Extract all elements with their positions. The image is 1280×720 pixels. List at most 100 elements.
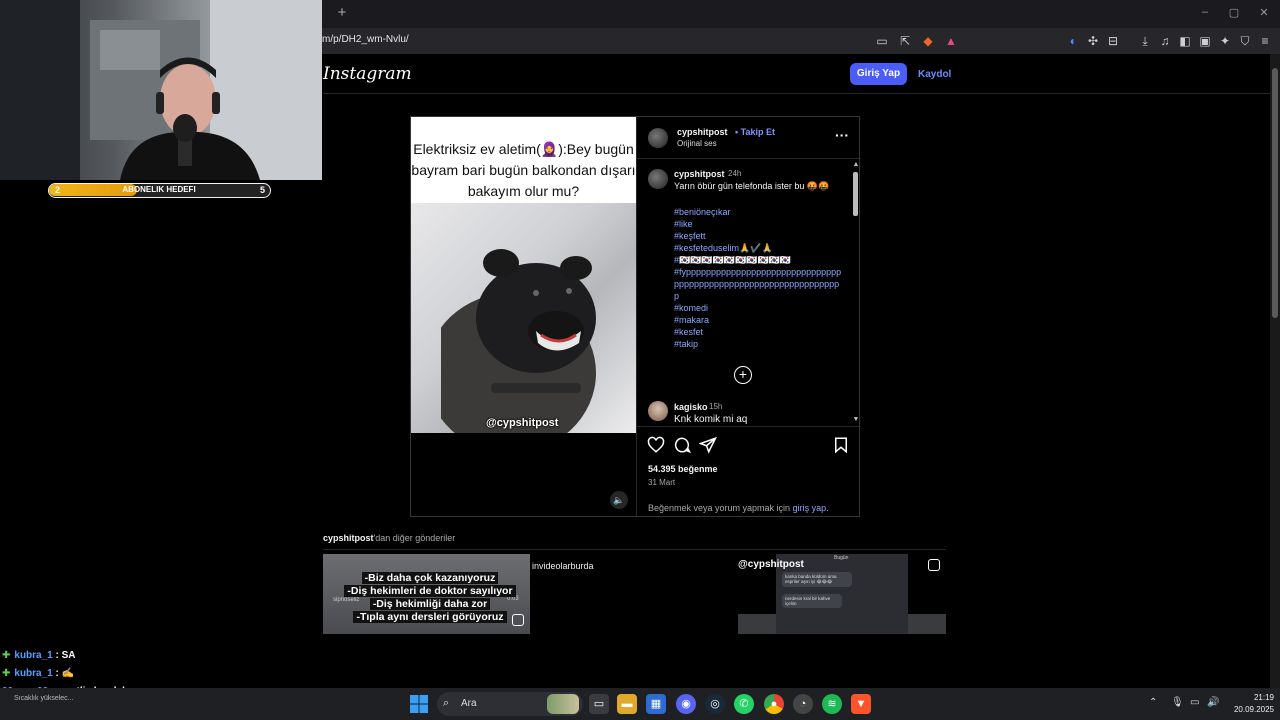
spotify-icon[interactable]: ≋ [822,694,842,714]
more-posts-suffix: 'dan diğer gönderiler [373,533,456,543]
chat-text: SA [61,650,76,661]
login-prompt-end: . [826,503,829,513]
leo-ai-icon[interactable]: ✦ [1217,33,1233,49]
more-post-thumbnail-1[interactable]: sipnoseliz 0:03 -Biz daha çok kazanıyoru… [323,554,530,634]
thumb1-line-4: -Tıpla aynı dersleri görüyoruz [353,611,507,623]
minimize-button[interactable]: – [1197,6,1213,20]
wallet-icon[interactable]: ▣ [1197,33,1213,49]
sidebar-icon[interactable]: ◧ [1177,33,1193,49]
chat-separator: : [52,668,62,679]
comments-scroll-thumb[interactable] [853,172,858,216]
weather-widget[interactable]: Sıcaklık yükselec... [14,695,74,702]
brave-rewards-icon[interactable]: ▲ [943,33,959,49]
follow-label[interactable]: Takip Et [741,127,775,137]
chat-message: ✚ kubra_1 : SA [2,650,76,661]
windows-start-icon[interactable] [410,695,428,713]
hashtag-link[interactable]: #keşfett [674,230,842,242]
hashtag-link[interactable]: #fyppppppppppppppppppppppppppppppppppppp… [674,266,842,302]
hashtag-link[interactable]: #makara [674,314,842,326]
page-scroll-thumb[interactable] [1272,68,1278,318]
clock-time[interactable]: 21:19 [1238,693,1274,702]
instagram-logo[interactable]: Instagram [323,64,412,84]
more-posts-username[interactable]: cypshitpost [323,533,374,543]
menu-icon[interactable]: ≡ [1257,33,1273,49]
post-media[interactable]: Elektriksiz ev aletim(🧕):Bey bugün bayra… [411,117,636,516]
share-icon[interactable]: ⇱ [897,33,913,49]
post-header: cypshitpost • Takip Et Orijinal ses ··· [637,117,861,159]
steam-icon[interactable]: ◎ [705,694,725,714]
more-post-thumbnail-2[interactable]: invideolarburda [530,554,738,634]
hashtag-link[interactable]: #kesfet [674,326,842,338]
load-more-comments-icon[interactable]: + [734,366,752,384]
downloads-icon[interactable]: ⤓ [1137,33,1153,49]
cast-icon[interactable]: ▭ [874,33,890,49]
page-scrollbar[interactable] [1270,54,1280,688]
maximize-button[interactable]: ▢ [1226,6,1242,20]
hashtag-list: #beniöneçıkar #like #keşfett #kesfeteduseli… [674,206,842,350]
windows-taskbar: Sıcaklık yükselec... ⌕ Ara ▭ ▬ ▦ ◉ ◎ ✆ ●… [0,688,1280,720]
volume-icon[interactable]: 🔊 [1207,697,1219,708]
comments-scrollbar[interactable]: ▲ ▼ [851,160,860,426]
scroll-up-icon[interactable]: ▲ [852,161,860,169]
audio-label[interactable]: Orijinal ses [677,139,717,148]
extensions-icon[interactable]: ✣ [1085,33,1101,49]
login-prompt: Beğenmek veya yorum yapmak için giriş ya… [648,503,829,513]
scroll-down-icon[interactable]: ▼ [852,416,860,424]
task-view-icon[interactable]: ▭ [589,694,609,714]
author-avatar[interactable] [648,128,668,148]
follow-button[interactable]: • Takip Et [735,127,775,137]
share-send-icon[interactable] [699,436,717,454]
comment-icon[interactable] [673,436,691,454]
hashtag-link[interactable]: #like [674,218,842,230]
clock-date[interactable]: 20.09.2025 [1230,705,1274,714]
save-bookmark-icon[interactable] [832,436,850,454]
login-button[interactable]: Giriş Yap [850,63,907,85]
more-post-thumbnail-3[interactable]: Bugün kanka banda küldüm ama espriler aş… [738,554,946,634]
comment-username[interactable]: kagisko [674,402,708,412]
streamer-webcam [0,0,322,180]
watermark: @cypshitpost [486,417,559,429]
taskbar-search[interactable]: ⌕ Ara [437,692,583,716]
post-sidebar: cypshitpost • Takip Et Orijinal ses ··· … [636,117,861,516]
brave-shield-icon[interactable]: ◆ [920,33,936,49]
login-prompt-link[interactable]: giriş yap [793,503,827,513]
hashtag-link[interactable]: #kesfeteduselim🙏✔️🙏 [674,242,842,254]
microsoft-store-icon[interactable]: ▦ [646,694,666,714]
hashtag-link[interactable]: #takip [674,338,842,350]
hashtag-link[interactable]: #beniöneçıkar [674,206,842,218]
chat-bubble-2: nerdesin kral bir kahve içelim [782,594,842,608]
chat-text: ✍️ [61,668,75,679]
hashtag-link[interactable]: #🇰🇷🇰🇷🇰🇷🇰🇷🇰🇷🇰🇷🇰🇷🇰🇷🇰🇷🇰🇷 [674,254,842,266]
tab-manager-icon[interactable]: ⊟ [1105,33,1121,49]
signup-link[interactable]: Kaydol [918,69,951,80]
audio-playing-icon[interactable]: ◖ [1064,33,1080,49]
reel-icon [512,614,524,626]
close-window-button[interactable]: ✕ [1256,6,1272,20]
new-tab-button[interactable]: + [334,5,350,21]
discord-icon[interactable]: ◉ [676,694,696,714]
hashtag-link[interactable]: #komedi [674,302,842,314]
tray-overflow-icon[interactable]: ⌃ [1149,697,1157,708]
author-username[interactable]: cypshitpost [677,127,728,137]
brave-browser-icon[interactable]: ▼ [851,694,871,714]
chat-username[interactable]: kubra_1 [14,650,52,661]
commenter-avatar[interactable] [648,401,668,421]
like-count[interactable]: 54.395 beğenme [648,464,718,474]
caption-avatar[interactable] [648,169,668,189]
media-icon[interactable]: ♫ [1157,33,1173,49]
sound-toggle-icon[interactable]: 🔈 [610,491,628,509]
caption-username[interactable]: cypshitpost [674,169,725,179]
like-heart-icon[interactable] [647,436,665,454]
url-text[interactable]: m/p/DH2_wm-Nvlu/ [322,34,409,45]
file-explorer-icon[interactable]: ▬ [617,694,637,714]
network-icon[interactable]: ▭ [1190,697,1199,708]
url-field[interactable]: m/p/DH2_wm-Nvlu/ ▭ ⇱ ◆ ▲ [318,28,963,54]
obs-icon[interactable]: ◔ [793,694,813,714]
vpn-icon[interactable]: ⛉ [1237,33,1253,49]
chrome-icon[interactable]: ● [764,694,784,714]
chat-username[interactable]: kubra_1 [14,668,52,679]
more-options-icon[interactable]: ··· [835,127,849,143]
whatsapp-icon[interactable]: ✆ [734,694,754,714]
microphone-icon[interactable]: 🎙 [1171,697,1184,708]
more-posts-divider [323,549,946,550]
